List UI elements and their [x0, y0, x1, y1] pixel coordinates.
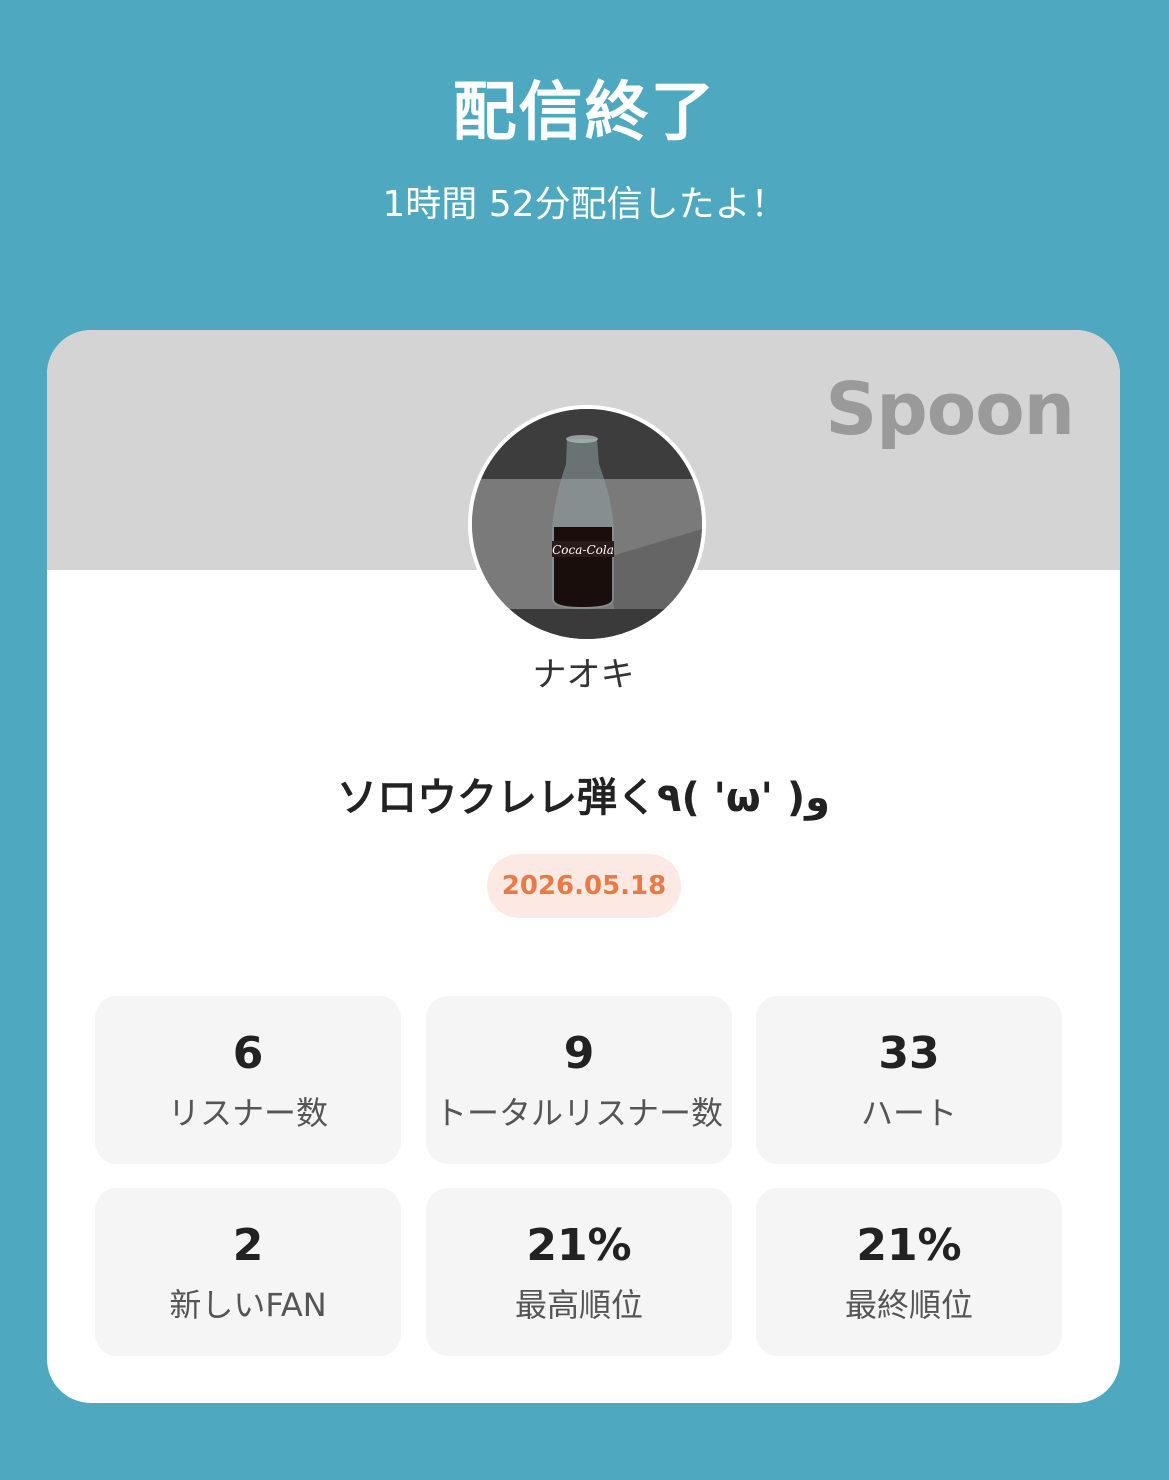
avatar[interactable]: Coca-Cola — [468, 405, 706, 643]
stat-highest-rank: 21% 最高順位 — [426, 1188, 732, 1356]
stat-label: 最高順位 — [514, 1286, 643, 1324]
stat-value: 9 — [563, 1028, 595, 1079]
stat-listeners: 6 リスナー数 — [95, 996, 401, 1164]
stat-value: 6 — [232, 1028, 264, 1079]
stat-value: 21% — [526, 1220, 632, 1271]
stat-final-rank: 21% 最終順位 — [756, 1188, 1062, 1356]
cola-bottle-photo-icon: Coca-Cola — [472, 409, 702, 639]
page-title: 配信終了 — [452, 76, 717, 150]
broadcast-summary-card: Spoon Coca-Cola ナオキ ソロウクレレ弾く٩( 'ω' )و 20… — [47, 330, 1120, 1403]
stat-hearts: 33 ハート — [756, 996, 1062, 1164]
room-title: ソロウクレレ弾く٩( 'ω' )و — [337, 775, 830, 821]
stat-total-listeners: 9 トータルリスナー数 — [426, 996, 732, 1164]
stat-label: ハート — [860, 1094, 957, 1132]
stat-label: リスナー数 — [167, 1094, 328, 1132]
stat-label: 最終順位 — [844, 1286, 973, 1324]
svg-text:Coca-Cola: Coca-Cola — [552, 543, 614, 557]
spoon-logo: Spoon — [825, 367, 1075, 451]
stat-value: 21% — [856, 1220, 962, 1271]
stat-label: 新しいFAN — [169, 1286, 327, 1324]
stat-value: 33 — [878, 1028, 940, 1079]
date-badge: 2026.05.18 — [487, 854, 681, 918]
username: ナオキ — [532, 655, 635, 695]
stat-value: 2 — [232, 1220, 264, 1271]
broadcast-duration-text: 1時間 52分配信したよ！ — [382, 184, 787, 225]
stat-label: トータルリスナー数 — [434, 1094, 723, 1132]
stat-new-fans: 2 新しいFAN — [95, 1188, 401, 1356]
